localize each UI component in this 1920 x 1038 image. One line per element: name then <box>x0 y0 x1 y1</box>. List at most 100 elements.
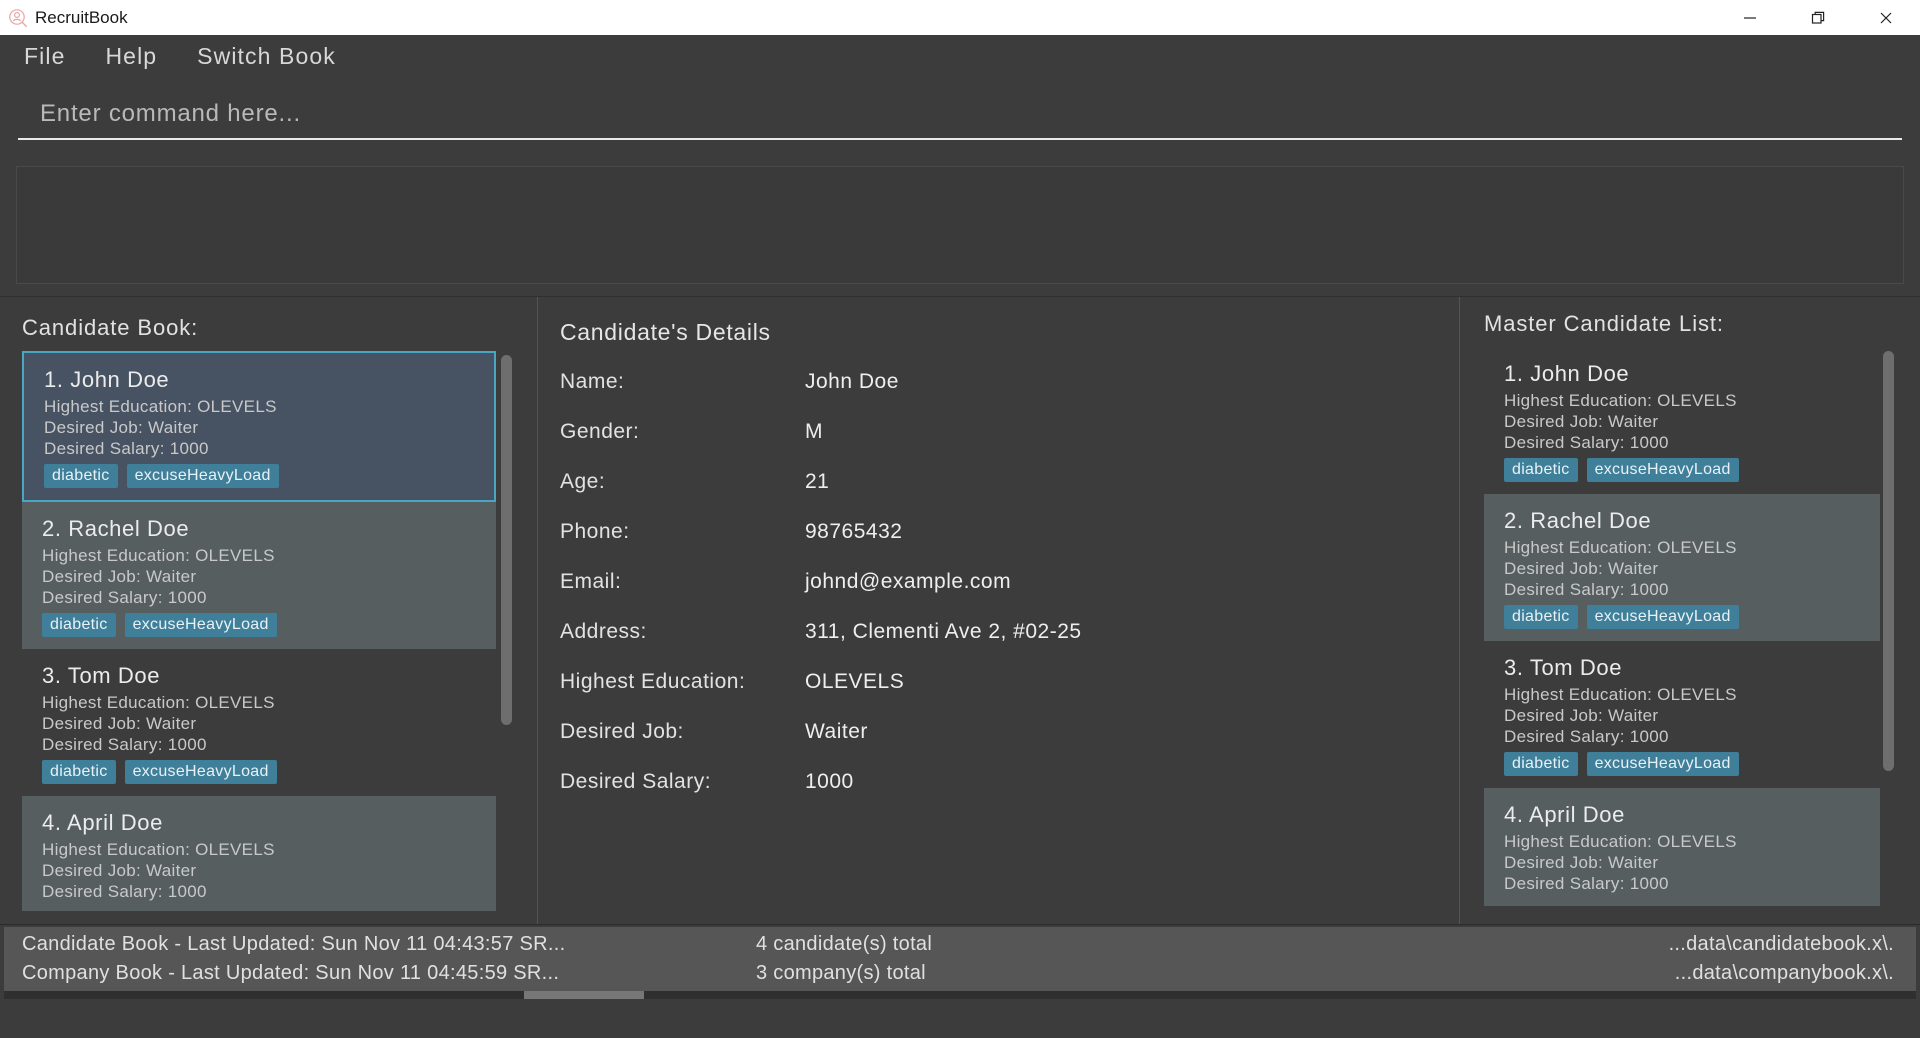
detail-label: Gender: <box>560 420 640 443</box>
status-company-path: ...data\companybook.x\. <box>1674 962 1894 984</box>
detail-label: Highest Education: <box>560 670 746 693</box>
candidate-card-title: 3. Tom Doe <box>1504 655 1623 680</box>
detail-row: Desired Salary: 1000 <box>560 770 1459 794</box>
candidate-card-salary: Desired Salary: 1000 <box>1504 727 1669 746</box>
horizontal-scrollbar-thumb[interactable] <box>524 991 644 999</box>
candidate-card-education: Highest Education: OLEVELS <box>42 546 275 565</box>
candidate-card[interactable]: 1. John Doe Highest Education: OLEVELS Des… <box>22 351 496 502</box>
candidate-book-scrollbar-thumb[interactable] <box>501 355 512 725</box>
candidate-book-listview[interactable]: 1. John Doe Highest Education: OLEVELS Des… <box>22 351 514 911</box>
detail-label: Age: <box>560 470 606 493</box>
candidate-tag: diabetic <box>42 613 116 637</box>
detail-value: M <box>805 420 823 443</box>
candidate-card-salary: Desired Salary: 1000 <box>42 588 207 607</box>
detail-row: Email: johnd@example.com <box>560 570 1459 594</box>
command-pane <box>0 78 1920 156</box>
status-bar: Candidate Book - Last Updated: Sun Nov 1… <box>0 924 1920 999</box>
candidate-card[interactable]: 1. John Doe Highest Education: OLEVELS Des… <box>1484 347 1896 494</box>
candidate-card-tags: diabetic excuseHeavyLoad <box>42 760 496 784</box>
detail-row: Address: 311, Clementi Ave 2, #02-25 <box>560 620 1459 644</box>
detail-value: OLEVELS <box>805 670 905 693</box>
candidate-card-education: Highest Education: OLEVELS <box>1504 391 1737 410</box>
master-candidate-list-panel: Master Candidate List: 1. John Doe Highes… <box>1460 297 1920 924</box>
candidate-book-scrollbar[interactable] <box>498 351 514 911</box>
close-button[interactable] <box>1852 0 1920 35</box>
detail-label: Email: <box>560 570 622 593</box>
candidate-card-job: Desired Job: Waiter <box>42 861 197 880</box>
status-company-updated: Company Book - Last Updated: Sun Nov 11 … <box>22 962 560 984</box>
candidate-card-title: 3. Tom Doe <box>42 663 161 688</box>
candidate-card-tags: diabetic excuseHeavyLoad <box>1504 605 1896 629</box>
candidate-tag: diabetic <box>42 760 116 784</box>
main-content: Candidate Book: 1. John Doe Highest Educa… <box>0 296 1920 924</box>
detail-value: 98765432 <box>805 520 903 543</box>
candidate-card-job: Desired Job: Waiter <box>42 567 197 586</box>
candidate-card[interactable]: 4. April Doe Highest Education: OLEVELS De… <box>22 796 496 911</box>
status-candidate-updated: Candidate Book - Last Updated: Sun Nov 1… <box>22 933 566 955</box>
candidate-card-tags: diabetic excuseHeavyLoad <box>42 613 496 637</box>
candidate-card[interactable]: 2. Rachel Doe Highest Education: OLEVELS D… <box>1484 494 1896 641</box>
candidate-card-job: Desired Job: Waiter <box>1504 706 1659 725</box>
detail-row: Name: John Doe <box>560 370 1459 394</box>
detail-label: Phone: <box>560 520 630 543</box>
candidate-card-education: Highest Education: OLEVELS <box>1504 538 1737 557</box>
command-input[interactable] <box>18 100 1902 140</box>
candidate-card-tags: diabetic excuseHeavyLoad <box>44 464 494 488</box>
detail-label: Name: <box>560 370 625 393</box>
candidate-tag: excuseHeavyLoad <box>1586 458 1739 482</box>
candidate-details-rows: Name: John Doe Gender: M Age: 21 Phone: 9876543… <box>560 370 1459 794</box>
candidate-tag: diabetic <box>1504 752 1578 776</box>
menu-item-file[interactable]: File <box>22 41 67 72</box>
candidate-card-education: Highest Education: OLEVELS <box>42 840 275 859</box>
result-pane <box>0 156 1920 296</box>
candidate-card-salary: Desired Salary: 1000 <box>1504 874 1669 893</box>
master-candidate-scrollbar[interactable] <box>1880 347 1896 917</box>
candidate-tag: excuseHeavyLoad <box>124 760 277 784</box>
status-company-total: 3 company(s) total <box>756 962 926 984</box>
app-title: RecruitBook <box>35 7 128 27</box>
candidate-card[interactable]: 3. Tom Doe Highest Education: OLEVELS Desi… <box>1484 641 1896 788</box>
maximize-button[interactable] <box>1784 0 1852 35</box>
candidate-details-heading: Candidate's Details <box>560 319 771 345</box>
menu-bar: File Help Switch Book <box>0 35 1920 78</box>
candidate-book-heading: Candidate Book: <box>22 315 199 340</box>
candidate-card-salary: Desired Salary: 1000 <box>42 882 207 901</box>
menu-item-switch-book[interactable]: Switch Book <box>195 41 338 72</box>
candidate-book-panel: Candidate Book: 1. John Doe Highest Educa… <box>0 297 535 924</box>
master-candidate-scrollbar-thumb[interactable] <box>1883 351 1894 771</box>
window-controls <box>1716 0 1920 35</box>
candidate-card-title: 4. April Doe <box>1504 802 1625 827</box>
candidate-tag: excuseHeavyLoad <box>1586 752 1739 776</box>
candidate-card[interactable]: 4. April Doe Highest Education: OLEVELS De… <box>1484 788 1896 906</box>
status-candidate-path: ...data\candidatebook.x\. <box>1668 933 1894 955</box>
status-candidate-total: 4 candidate(s) total <box>756 933 933 955</box>
detail-value: johnd@example.com <box>805 570 1012 593</box>
candidate-card[interactable]: 3. Tom Doe Highest Education: OLEVELS Desi… <box>22 649 496 796</box>
candidate-card-job: Desired Job: Waiter <box>1504 559 1659 578</box>
detail-row: Gender: M <box>560 420 1459 444</box>
candidate-tag: diabetic <box>1504 458 1578 482</box>
detail-value: John Doe <box>805 370 899 393</box>
menu-item-help[interactable]: Help <box>103 41 159 72</box>
candidate-card-salary: Desired Salary: 1000 <box>1504 433 1669 452</box>
minimize-button[interactable] <box>1716 0 1784 35</box>
window-title-bar: RecruitBook <box>0 0 1920 35</box>
detail-row: Phone: 98765432 <box>560 520 1459 544</box>
detail-row: Highest Education: OLEVELS <box>560 670 1459 694</box>
candidate-card-title: 1. John Doe <box>1504 361 1630 386</box>
candidate-card-job: Desired Job: Waiter <box>42 714 197 733</box>
person-search-icon <box>8 8 28 28</box>
detail-value: 311, Clementi Ave 2, #02-25 <box>805 620 1082 643</box>
candidate-card[interactable]: 2. Rachel Doe Highest Education: OLEVELS D… <box>22 502 496 649</box>
candidate-card-title: 2. Rachel Doe <box>1504 508 1652 533</box>
detail-value: 1000 <box>805 770 854 793</box>
horizontal-scrollbar[interactable] <box>4 991 1916 999</box>
candidate-card-title: 2. Rachel Doe <box>42 516 190 541</box>
master-candidate-list-heading: Master Candidate List: <box>1484 311 1724 336</box>
candidate-card-salary: Desired Salary: 1000 <box>42 735 207 754</box>
status-bar-inner: Candidate Book - Last Updated: Sun Nov 1… <box>4 927 1916 991</box>
master-candidate-listview[interactable]: 1. John Doe Highest Education: OLEVELS Des… <box>1484 347 1896 917</box>
candidate-card-education: Highest Education: OLEVELS <box>42 693 275 712</box>
candidate-card-education: Highest Education: OLEVELS <box>44 397 277 416</box>
detail-label: Desired Salary: <box>560 770 712 793</box>
